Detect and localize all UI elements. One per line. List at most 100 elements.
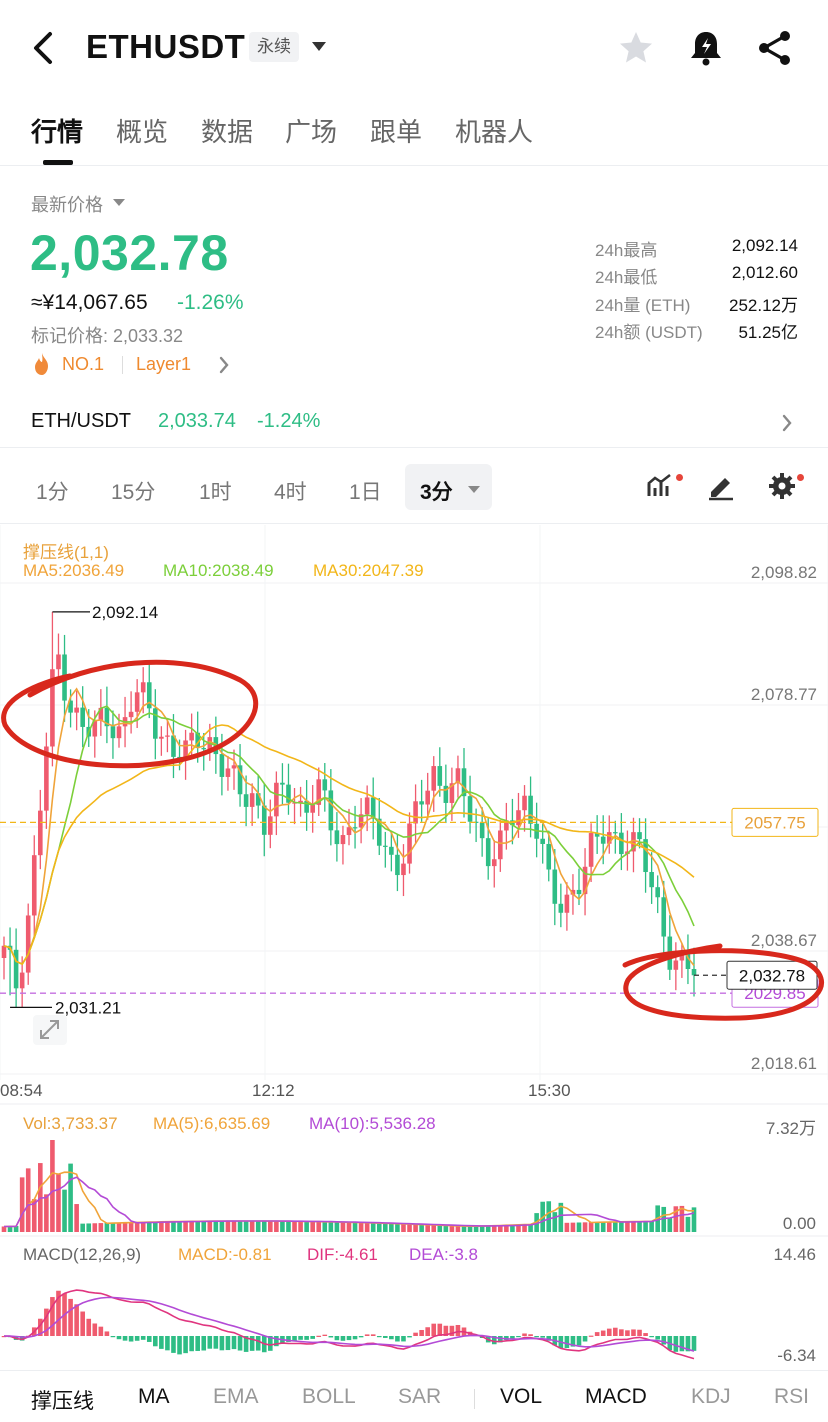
indicator-tab-support-resistance[interactable]: 撑压线 xyxy=(31,1385,94,1415)
candle-body xyxy=(437,766,443,786)
volume-bar xyxy=(552,1212,558,1232)
macd-histogram-bar xyxy=(352,1336,358,1340)
interval-1m[interactable]: 1分 xyxy=(36,476,69,506)
indicator-tab-macd[interactable]: MACD xyxy=(585,1385,647,1409)
volume-bar xyxy=(104,1222,110,1232)
volume-bar xyxy=(594,1222,600,1232)
volume-bar xyxy=(261,1221,267,1232)
tab-bots[interactable]: 机器人 xyxy=(455,112,533,149)
interval-1h[interactable]: 1时 xyxy=(199,476,232,506)
volume-bar xyxy=(19,1177,25,1232)
volume-bar xyxy=(449,1226,455,1232)
interval-1d[interactable]: 1日 xyxy=(349,476,382,506)
interval-dropdown-caret-icon[interactable] xyxy=(468,486,480,493)
indicator-tab-rsi[interactable]: RSI xyxy=(774,1385,809,1409)
macd-histogram-bar xyxy=(98,1326,104,1336)
alert-bell-icon[interactable] xyxy=(686,28,726,68)
macd-histogram-bar xyxy=(207,1336,213,1349)
volume-bar xyxy=(576,1222,582,1232)
macd-histogram-bar xyxy=(213,1336,219,1349)
interval-4h[interactable]: 4时 xyxy=(274,476,307,506)
chevron-right-icon[interactable] xyxy=(780,412,794,434)
latest-price-label[interactable]: 最新价格 xyxy=(31,191,103,217)
macd-histogram-bar xyxy=(643,1333,648,1336)
tab-market[interactable]: 行情 xyxy=(31,112,83,149)
dif-line xyxy=(3,1289,695,1360)
tab-square[interactable]: 广场 xyxy=(285,112,337,149)
sector-badge[interactable]: Layer1 xyxy=(136,354,191,375)
candle-body xyxy=(116,726,122,739)
volume-bar xyxy=(298,1221,303,1232)
candle-body xyxy=(153,708,158,739)
candle-body xyxy=(159,736,164,739)
indicator-tab-vol[interactable]: VOL xyxy=(500,1385,542,1409)
macd-histogram-bar xyxy=(419,1329,424,1336)
indicator-tab-kdj[interactable]: KDJ xyxy=(691,1385,731,1409)
volume-bar xyxy=(582,1222,588,1232)
candle-body xyxy=(201,748,207,750)
price-axis-tick: 2,098.82 xyxy=(751,563,817,582)
settings-gear-icon[interactable] xyxy=(766,470,798,502)
volume-ma10-legend: MA(10):5,536.28 xyxy=(309,1114,436,1133)
symbol-dropdown-caret-icon[interactable] xyxy=(312,42,326,51)
fire-icon xyxy=(35,353,48,375)
volume-bar xyxy=(431,1225,437,1232)
tab-overview[interactable]: 概览 xyxy=(116,112,168,149)
contract-type-tag[interactable]: 永续 xyxy=(249,32,299,62)
draw-pencil-icon[interactable] xyxy=(705,470,737,502)
macd-histogram-bar xyxy=(134,1336,140,1341)
candle-body xyxy=(576,889,582,895)
back-arrow-icon[interactable] xyxy=(26,28,60,68)
spot-pair-row[interactable]: ETH/USDT 2,033.74 -1.24% xyxy=(0,400,828,448)
macd-histogram-bar xyxy=(401,1336,406,1342)
tab-copy-trade[interactable]: 跟单 xyxy=(370,112,422,149)
volume-bar xyxy=(237,1220,243,1232)
volume-bar xyxy=(437,1225,443,1232)
kline-chart[interactable]: 2,098.822,078.772,058.722,038.672,018.61… xyxy=(0,525,828,1370)
macd-histogram-bar xyxy=(298,1336,303,1340)
volume-bar xyxy=(564,1222,570,1232)
tab-data[interactable]: 数据 xyxy=(201,112,253,149)
macd-histogram-bar xyxy=(613,1327,618,1336)
macd-histogram-bar xyxy=(661,1336,667,1345)
latest-price-caret-icon[interactable] xyxy=(113,199,125,206)
share-icon[interactable] xyxy=(755,28,795,68)
star-icon[interactable] xyxy=(616,28,656,68)
indicators-icon[interactable] xyxy=(644,470,676,502)
indicator-tab-ma[interactable]: MA xyxy=(138,1385,170,1409)
stat-24h-volume-value: 252.12万 xyxy=(729,296,798,315)
volume-bar xyxy=(56,1173,61,1232)
macd-histogram-bar xyxy=(165,1336,170,1351)
candle-body xyxy=(491,859,497,867)
volume-bar xyxy=(310,1221,315,1232)
macd-histogram-bar xyxy=(310,1336,315,1339)
volume-bar xyxy=(292,1221,297,1232)
macd-histogram-bar xyxy=(171,1336,176,1353)
interval-15m[interactable]: 15分 xyxy=(111,476,155,506)
macd-value: MACD:-0.81 xyxy=(178,1245,272,1264)
volume-bar xyxy=(546,1201,552,1232)
volume-bar xyxy=(74,1204,79,1232)
cny-price: ≈¥14,067.65 xyxy=(31,291,148,314)
volume-bar xyxy=(304,1221,309,1232)
interval-selected[interactable]: 3分 xyxy=(420,476,453,506)
candle-body xyxy=(340,835,346,845)
candle-body xyxy=(110,726,116,739)
macd-histogram-bar xyxy=(255,1336,261,1351)
rank-badge[interactable]: NO.1 xyxy=(62,354,104,375)
chevron-right-icon[interactable] xyxy=(216,354,232,376)
volume-bar xyxy=(274,1221,279,1232)
indicator-tab-sar[interactable]: SAR xyxy=(398,1385,441,1409)
candle-body xyxy=(407,823,412,864)
symbol-title[interactable]: ETHUSDT xyxy=(86,28,245,66)
volume-legend: Vol:3,733.37 xyxy=(23,1114,118,1133)
macd-histogram-bar xyxy=(159,1336,164,1349)
ma5-legend: MA5:2036.49 xyxy=(23,561,125,580)
macd-histogram-bar xyxy=(528,1334,533,1336)
candle-body xyxy=(134,692,140,712)
volume-bar xyxy=(1,1226,7,1232)
indicator-tab-boll[interactable]: BOLL xyxy=(302,1385,356,1409)
low-marker-label: 2,031.21 xyxy=(55,998,121,1017)
indicator-tab-ema[interactable]: EMA xyxy=(213,1385,259,1409)
volume-bar xyxy=(425,1225,430,1232)
